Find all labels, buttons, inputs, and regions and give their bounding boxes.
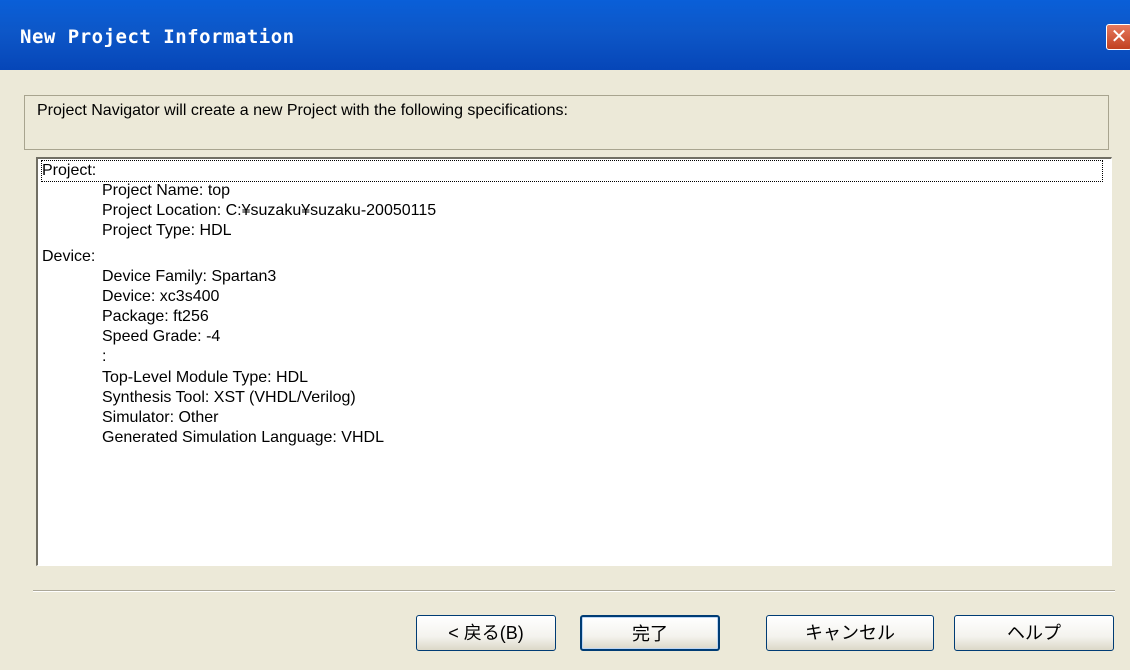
new-project-info-dialog: New Project Information ✕ Project Naviga… bbox=[0, 0, 1130, 670]
title-bar[interactable]: New Project Information ✕ bbox=[0, 0, 1130, 70]
window-title: New Project Information bbox=[20, 26, 295, 48]
help-button[interactable]: ヘルプ bbox=[954, 615, 1114, 651]
specification-list[interactable]: Project: Project Name: top Project Locat… bbox=[36, 157, 1112, 566]
spec-section-device[interactable]: Device: bbox=[42, 247, 95, 267]
spec-section-project[interactable]: Project: bbox=[41, 160, 1103, 182]
spec-simulator[interactable]: Simulator: Other bbox=[102, 408, 218, 428]
spec-project-location[interactable]: Project Location: C:¥suzaku¥suzaku-20050… bbox=[102, 201, 436, 221]
finish-button[interactable]: 完了 bbox=[580, 615, 720, 651]
spec-project-type[interactable]: Project Type: HDL bbox=[102, 221, 232, 241]
spec-project-name[interactable]: Project Name: top bbox=[102, 181, 230, 201]
close-icon[interactable]: ✕ bbox=[1106, 24, 1130, 50]
back-button[interactable]: < 戻る(B) bbox=[416, 615, 556, 651]
info-text: Project Navigator will create a new Proj… bbox=[37, 102, 568, 119]
spec-device-family[interactable]: Device Family: Spartan3 bbox=[102, 267, 276, 287]
info-panel: Project Navigator will create a new Proj… bbox=[24, 95, 1109, 150]
cancel-button[interactable]: キャンセル bbox=[766, 615, 934, 651]
spec-simulation-language[interactable]: Generated Simulation Language: VHDL bbox=[102, 428, 384, 448]
spec-device[interactable]: Device: xc3s400 bbox=[102, 287, 219, 307]
spec-speed-grade[interactable]: Speed Grade: -4 bbox=[102, 327, 220, 347]
separator bbox=[33, 590, 1115, 592]
spec-top-level-module-type[interactable]: Top-Level Module Type: HDL bbox=[102, 368, 308, 388]
spec-synthesis-tool[interactable]: Synthesis Tool: XST (VHDL/Verilog) bbox=[102, 388, 356, 408]
spec-package[interactable]: Package: ft256 bbox=[102, 307, 209, 327]
spec-ellipsis[interactable]: : bbox=[102, 347, 106, 367]
